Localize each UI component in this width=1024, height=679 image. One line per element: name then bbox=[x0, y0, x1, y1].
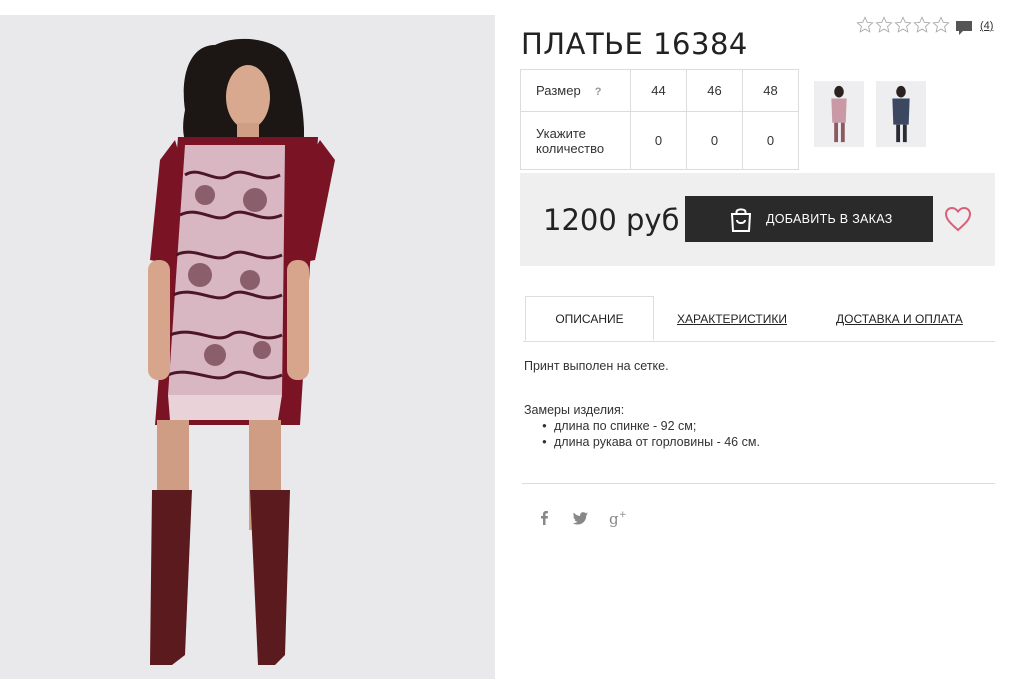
purchase-box: 1200 руб ДОБАВИТЬ В ЗАКАЗ bbox=[520, 173, 995, 266]
star-icon[interactable] bbox=[875, 16, 893, 34]
star-icon[interactable] bbox=[856, 16, 874, 34]
size-option[interactable]: 44 bbox=[630, 69, 687, 112]
tab-description-label: ОПИСАНИЕ bbox=[555, 311, 624, 326]
svg-text:g: g bbox=[609, 510, 619, 528]
quantity-input[interactable]: 0 bbox=[630, 111, 687, 170]
svg-text:+: + bbox=[619, 510, 627, 520]
heart-icon[interactable] bbox=[944, 206, 972, 232]
thumbnail-1[interactable] bbox=[814, 81, 864, 147]
quantity-input[interactable]: 0 bbox=[686, 111, 743, 170]
facebook-icon[interactable] bbox=[533, 507, 555, 529]
size-option[interactable]: 46 bbox=[686, 69, 743, 112]
list-item: длина рукава от горловины - 46 см. bbox=[542, 434, 760, 450]
star-icon[interactable] bbox=[913, 16, 931, 34]
quantity-label-line2: количество bbox=[536, 140, 605, 156]
description-text: Принт выполен на сетке. bbox=[524, 359, 669, 373]
tab-delivery[interactable]: ДОСТАВКА И ОПЛАТА bbox=[836, 296, 963, 341]
add-to-order-label: ДОБАВИТЬ В ЗАКАЗ bbox=[766, 212, 893, 226]
quantity-label-cell: Укажите количество bbox=[520, 111, 631, 170]
tab-delivery-label: ДОСТАВКА И ОПЛАТА bbox=[836, 311, 963, 326]
star-icon[interactable] bbox=[894, 16, 912, 34]
star-icon[interactable] bbox=[932, 16, 950, 34]
measures-title: Замеры изделия: bbox=[524, 403, 625, 417]
thumbnail-2[interactable] bbox=[876, 81, 926, 147]
tab-characteristics[interactable]: ХАРАКТЕРИСТИКИ bbox=[677, 296, 787, 341]
divider bbox=[522, 483, 995, 484]
tab-characteristics-label: ХАРАКТЕРИСТИКИ bbox=[677, 311, 788, 326]
product-photo[interactable] bbox=[0, 15, 495, 679]
size-label: Размер bbox=[536, 83, 581, 98]
product-tabs: ОПИСАНИЕ ХАРАКТЕРИСТИКИ ДОСТАВКА И ОПЛАТ… bbox=[523, 296, 995, 342]
comment-count-link[interactable]: (4) bbox=[980, 20, 993, 32]
shopping-bag-icon bbox=[730, 208, 752, 232]
size-option[interactable]: 48 bbox=[742, 69, 799, 112]
rating[interactable] bbox=[856, 16, 950, 34]
list-item: длина по спинке - 92 см; bbox=[542, 418, 760, 434]
tab-description[interactable]: ОПИСАНИЕ bbox=[525, 296, 654, 341]
product-title: ПЛАТЬЕ 16384 bbox=[521, 27, 748, 62]
size-label-cell: Размер? bbox=[520, 69, 631, 112]
quantity-label-line1: Укажите bbox=[536, 125, 586, 141]
comment-icon[interactable] bbox=[955, 19, 973, 37]
size-help-icon[interactable]: ? bbox=[595, 86, 602, 98]
add-to-order-button[interactable]: ДОБАВИТЬ В ЗАКАЗ bbox=[685, 196, 933, 242]
google-plus-icon[interactable]: g + bbox=[607, 507, 629, 529]
quantity-input[interactable]: 0 bbox=[742, 111, 799, 170]
twitter-icon[interactable] bbox=[570, 507, 592, 529]
measures-list: длина по спинке - 92 см; длина рукава от… bbox=[540, 418, 760, 450]
size-table: Размер? 44 46 48 Укажите количество 0 0 … bbox=[520, 69, 799, 170]
product-price: 1200 руб bbox=[543, 203, 680, 237]
